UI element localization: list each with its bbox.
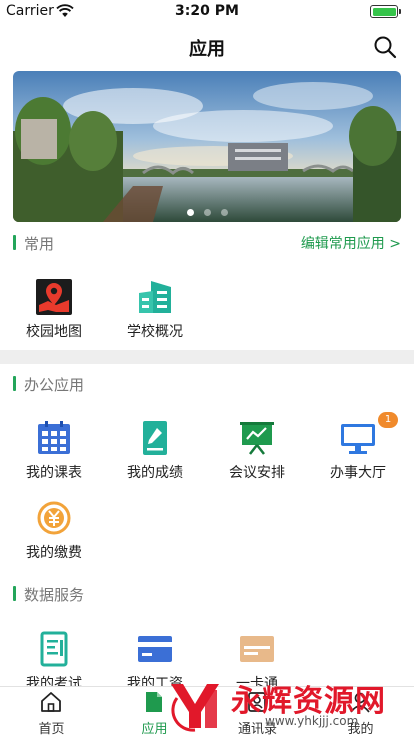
banner-carousel[interactable] (13, 71, 401, 222)
map-pin-icon (36, 279, 72, 315)
app-label: 办事大厅 (330, 465, 386, 481)
home-icon (41, 692, 61, 712)
search-icon[interactable] (373, 35, 397, 59)
id-card-icon (240, 636, 274, 662)
status-bar: Carrier 3:20 PM (0, 0, 414, 24)
section-header-office: 办公应用 (13, 374, 401, 394)
section-header-common: 常用 编辑常用应用 > (13, 233, 401, 253)
building-icon (139, 281, 171, 313)
banner-dot[interactable] (220, 209, 228, 216)
app-school-overview[interactable]: 学校概况 (105, 279, 205, 349)
bank-card-icon (138, 636, 172, 662)
app-service-hall[interactable]: 1 办事大厅 (308, 412, 408, 490)
battery-icon (370, 5, 398, 18)
section-marker (13, 376, 16, 391)
banner-dot[interactable] (186, 209, 194, 216)
app-meetings[interactable]: 会议安排 (207, 420, 307, 490)
section-marker (13, 586, 16, 601)
section-title: 常用 (24, 235, 55, 253)
notification-badge: 1 (378, 412, 398, 428)
app-label: 我的课表 (26, 465, 82, 481)
page-title: 应用 (189, 39, 225, 60)
section-header-data: 数据服务 (13, 584, 401, 604)
app-label: 我的缴费 (26, 545, 82, 561)
watermark-logo-icon (171, 684, 219, 732)
nav-bar: 应用 (0, 24, 414, 68)
clock: 3:20 PM (175, 3, 239, 19)
yuan-coin-icon (37, 501, 71, 535)
app-campus-map[interactable]: 校园地图 (4, 279, 104, 349)
battery-cap (399, 9, 401, 14)
section-divider (0, 350, 414, 364)
app-my-payments[interactable]: 我的缴费 (4, 500, 104, 570)
presentation-board-icon (240, 422, 274, 455)
report-card-icon (143, 421, 167, 455)
monitor-icon (341, 424, 375, 454)
tab-home[interactable]: 首页 (0, 687, 103, 736)
document-icon (146, 692, 162, 712)
exam-sheet-icon (40, 631, 68, 667)
banner-image (13, 71, 401, 222)
banner-dot[interactable] (203, 209, 211, 216)
app-my-schedule[interactable]: 我的课表 (4, 420, 104, 490)
watermark: 永辉资源网 www.yhkjjj.com (165, 674, 414, 736)
watermark-url: www.yhkjjj.com (265, 714, 359, 728)
app-label: 校园地图 (26, 324, 82, 340)
section-title: 办公应用 (24, 376, 85, 394)
calendar-icon (38, 421, 70, 454)
section-marker (13, 235, 16, 250)
app-label: 我的成绩 (127, 465, 183, 481)
tab-label: 首页 (38, 722, 65, 736)
section-title: 数据服务 (24, 586, 85, 604)
banner-pagination (13, 209, 401, 216)
edit-common-apps-link[interactable]: 编辑常用应用 > (301, 233, 401, 253)
app-my-grades[interactable]: 我的成绩 (105, 420, 205, 490)
app-label: 学校概况 (127, 324, 183, 340)
app-label: 会议安排 (229, 465, 285, 481)
